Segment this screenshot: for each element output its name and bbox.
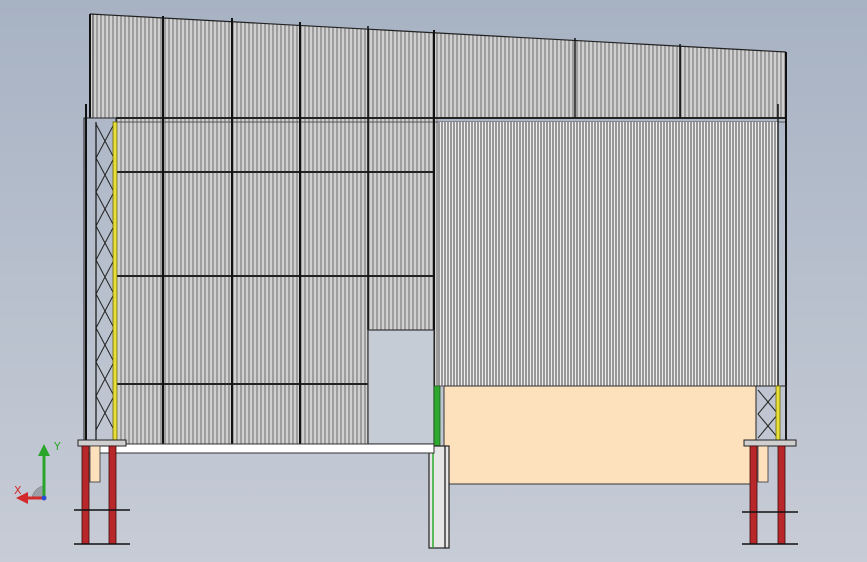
right-foundation (742, 439, 798, 545)
upper-cladding (89, 13, 787, 118)
building-model[interactable] (0, 0, 867, 562)
right-braced-column (755, 385, 787, 445)
cad-viewport[interactable]: Y X (0, 0, 867, 562)
ground-slab (85, 443, 435, 454)
door-opening (367, 329, 435, 445)
y-axis-label: Y (53, 440, 61, 453)
z-axis-icon (31, 485, 45, 499)
left-braced-column (83, 104, 118, 446)
x-axis-label: X (14, 484, 22, 497)
lower-panel (443, 385, 757, 485)
axis-triad: Y X (14, 440, 61, 504)
left-foundation (74, 439, 130, 545)
